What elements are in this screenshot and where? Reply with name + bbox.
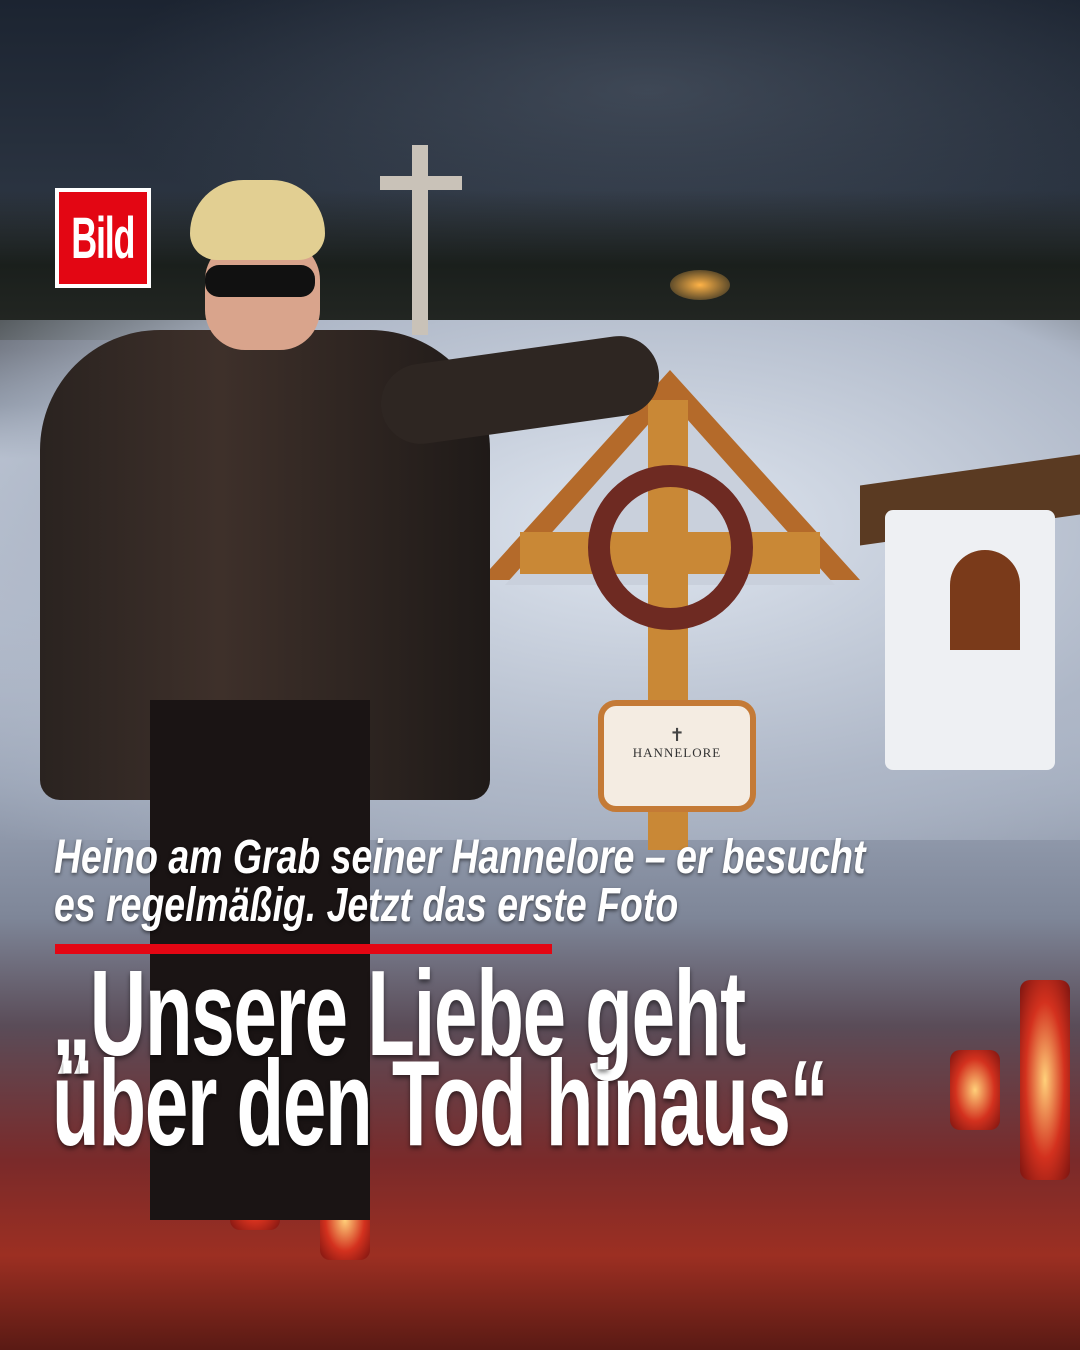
headline: „Unsere Liebe geht über den Tod hinaus“ bbox=[52, 952, 884, 1171]
tree-line bbox=[0, 190, 1080, 340]
grave-nameplate: ✝ HANNELORE bbox=[598, 700, 756, 812]
headline-line: über den Tod hinaus“ bbox=[52, 1035, 829, 1171]
village-light bbox=[670, 270, 730, 300]
nameplate-cross-icon: ✝ bbox=[669, 725, 685, 745]
person-hair bbox=[190, 180, 325, 260]
shrine-niche bbox=[950, 550, 1020, 650]
wreath bbox=[588, 465, 753, 630]
lantern bbox=[1020, 980, 1070, 1180]
subtitle-line: Heino am Grab seiner Hannelore – er besu… bbox=[54, 831, 866, 884]
bild-logo: Bild bbox=[55, 188, 151, 288]
background-cross bbox=[412, 145, 428, 335]
sunglasses bbox=[205, 265, 315, 297]
subtitle-line: es regelmäßig. Jetzt das erste Foto bbox=[54, 879, 679, 932]
nameplate-name: HANNELORE bbox=[632, 745, 722, 760]
background-cross-bar bbox=[380, 176, 462, 190]
bild-logo-text: Bild bbox=[71, 205, 136, 271]
subtitle: Heino am Grab seiner Hannelore – er besu… bbox=[54, 831, 866, 932]
grave-candle bbox=[950, 1050, 1000, 1130]
